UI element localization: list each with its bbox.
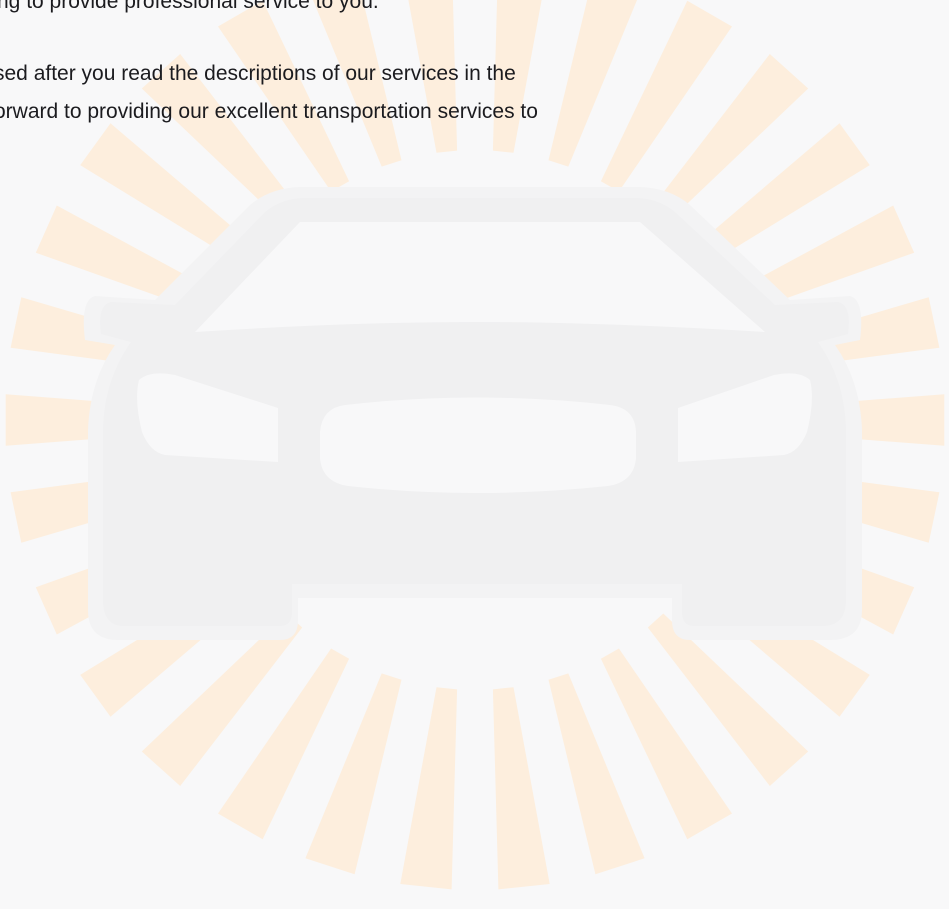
car-background-illustration — [5, 0, 945, 890]
sun-ray — [400, 687, 458, 890]
sun-ray — [492, 687, 550, 890]
description-line-1: ng to provide professional service to yo… — [0, 0, 379, 13]
car-icon — [83, 187, 862, 640]
description-line-3: orward to providing our excellent transp… — [0, 100, 538, 123]
description-line-2: sed after you read the descriptions of o… — [0, 62, 516, 85]
